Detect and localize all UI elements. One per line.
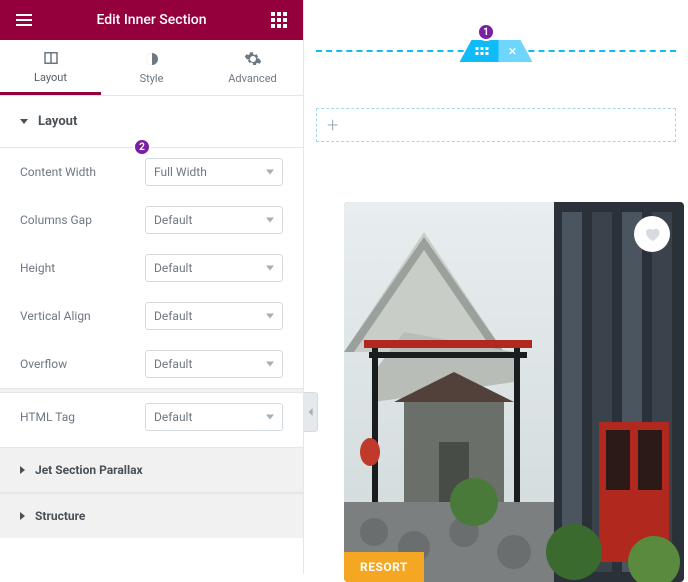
section-label: Layout (38, 114, 77, 129)
widgets-button[interactable] (265, 6, 293, 34)
control-height: Height Default (0, 244, 303, 292)
listing-image (344, 202, 684, 582)
collapse-panel-button[interactable] (304, 392, 318, 432)
panel-header: Edit Inner Section (0, 0, 303, 40)
control-vertical-align: Vertical Align Default (0, 292, 303, 340)
caret-down-icon (20, 119, 28, 124)
content-width-select[interactable]: Full Width (145, 158, 283, 186)
gear-icon (244, 50, 262, 68)
section-handle: × (459, 40, 532, 62)
layout-icon (42, 49, 60, 67)
callout-2: 2 (133, 138, 151, 156)
section-drag-button[interactable] (459, 40, 498, 62)
drag-icon (475, 47, 488, 55)
hamburger-icon (16, 14, 32, 26)
section-label: Jet Section Parallax (35, 463, 143, 477)
tab-label: Advanced (228, 72, 276, 85)
control-label: Content Width (20, 165, 96, 179)
close-icon: × (508, 42, 516, 60)
columns-gap-select[interactable]: Default (145, 206, 283, 234)
chevron-left-icon (307, 407, 315, 417)
control-label: Overflow (20, 357, 67, 371)
apps-grid-icon (271, 12, 287, 28)
category-badge: RESORT (344, 552, 424, 582)
menu-button[interactable] (10, 6, 38, 34)
tab-label: Style (140, 72, 164, 85)
panel-title: Edit Inner Section (96, 12, 206, 28)
control-html-tag: HTML Tag Default (0, 393, 303, 441)
plus-icon: + (327, 113, 338, 137)
control-overflow: Overflow Default (0, 340, 303, 388)
tab-advanced[interactable]: Advanced (202, 40, 303, 95)
overflow-select[interactable]: Default (145, 350, 283, 378)
tab-label: Layout (34, 71, 67, 84)
favorite-button[interactable] (634, 216, 670, 252)
section-label: Structure (35, 509, 85, 523)
caret-right-icon (20, 466, 25, 474)
heart-icon (643, 225, 661, 243)
caret-right-icon (20, 512, 25, 520)
vertical-align-select[interactable]: Default (145, 302, 283, 330)
control-label: Height (20, 261, 55, 275)
section-structure[interactable]: Structure (0, 493, 303, 538)
control-content-width: Content Width Full Width (0, 148, 303, 196)
callout-1: 1 (477, 23, 495, 41)
tab-layout[interactable]: Layout (0, 40, 101, 95)
editor-panel: Edit Inner Section Layout Style Advanced… (0, 0, 304, 574)
section-parallax[interactable]: Jet Section Parallax (0, 447, 303, 493)
html-tag-select[interactable]: Default (145, 403, 283, 431)
height-select[interactable]: Default (145, 254, 283, 282)
control-label: Columns Gap (20, 213, 92, 227)
style-icon (143, 50, 161, 68)
panel-tabs: Layout Style Advanced (0, 40, 303, 96)
control-columns-gap: Columns Gap Default (0, 196, 303, 244)
control-label: HTML Tag (20, 410, 75, 424)
editor-canvas: 1 × + (304, 0, 688, 574)
listing-card: RESORT (344, 202, 684, 582)
section-layout[interactable]: Layout (0, 96, 303, 148)
tab-style[interactable]: Style (101, 40, 202, 95)
control-label: Vertical Align (20, 309, 91, 323)
layout-controls: 2 Content Width Full Width Columns Gap D… (0, 148, 303, 441)
section-delete-button[interactable]: × (498, 40, 532, 62)
add-widget-area[interactable]: + (316, 108, 676, 142)
